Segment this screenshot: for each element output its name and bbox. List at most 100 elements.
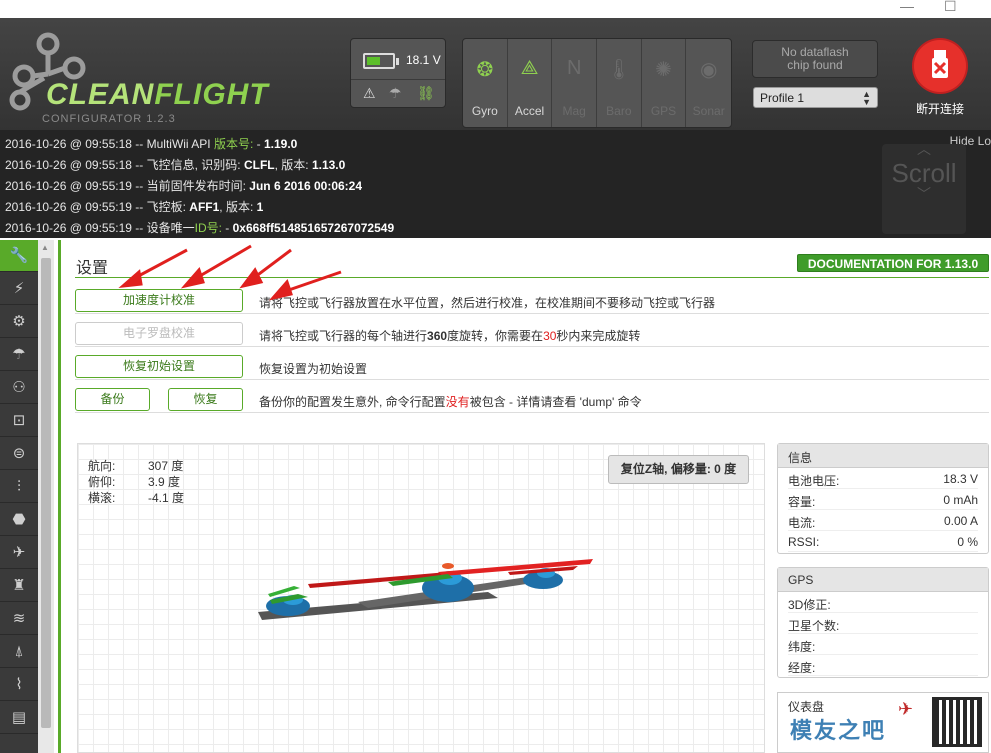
plug-icon: ⚡ [13, 280, 25, 297]
warning-icon: ⚠ [363, 85, 376, 101]
info-row-value: 0 % [957, 535, 978, 549]
wrench-icon: 🔧 [9, 247, 29, 264]
gps-row: 经度: [788, 655, 978, 676]
page-title: 设置 [76, 260, 109, 277]
nav-modes[interactable]: ⊜ [0, 438, 38, 470]
battery-panel: 18.1 V ⚠ ☂ ⛓ [350, 38, 446, 108]
nav-failsafe[interactable]: ☂ [0, 339, 38, 371]
nav-servos[interactable]: ⬣ [0, 504, 38, 536]
link-icon: ⛓ [417, 85, 435, 101]
adjustments-icon: ⫶ [17, 478, 21, 495]
chevron-up-icon: ︿ [917, 141, 931, 157]
info-row-value: 18.3 V [943, 472, 978, 486]
gps-panel: GPS 3D修正: 卫星个数: 纬度: 经度: [777, 567, 989, 678]
log-line: 2016-10-26 @ 09:55:18 -- 飞控信息, 识别码: CLFL… [5, 158, 346, 172]
failsafe-icon: ☂ [389, 85, 402, 101]
reset-settings-button[interactable]: 恢复初始设置 [75, 355, 243, 378]
pid-icon: ⚇ [12, 379, 26, 396]
backup-button[interactable]: 备份 [75, 388, 150, 411]
backup-description: 备份你的配置发生意外, 命令行配置没有被包含 - 详情请查看 'dump' 命令 [259, 395, 642, 409]
info-row-label: 容量: [788, 495, 816, 509]
gps-row: 3D修正: [788, 592, 978, 613]
gear-icon: ⚙ [12, 313, 26, 330]
model-view: 航向: 307 度 俯仰: 3.9 度 横滚: -4.1 度 复位Z轴, 偏移量: 0… [77, 443, 765, 753]
calibrate-accel-button[interactable]: 加速度计校准 [75, 289, 243, 312]
info-row: 容量: 0 mAh [788, 489, 978, 510]
sensor-label: Baro [606, 104, 632, 118]
nav-receiver[interactable]: ⊡ [0, 405, 38, 437]
info-row-label: 电流: [788, 516, 816, 530]
reset-settings-row: 恢复初始设置 恢复设置为初始设置 [75, 352, 989, 380]
nav-gps[interactable]: ✈ [0, 537, 38, 569]
nav-configuration[interactable]: ⚙ [0, 306, 38, 338]
log-scroll-toggle[interactable]: ︿ Scroll ﹀ [882, 141, 966, 234]
satellite-icon: ✈ [12, 544, 26, 561]
log-line: 2016-10-26 @ 09:55:19 -- 设备唯一ID号: - 0x66… [5, 221, 395, 235]
logo-wordmark: CLEANFLIGHT [46, 78, 269, 111]
scrollbar-thumb[interactable] [41, 258, 51, 728]
info-row: 电流: 0.00 A [788, 510, 978, 531]
backup-restore-row: 备份 恢复 备份你的配置发生意外, 命令行配置没有被包含 - 详情请查看 'du… [75, 385, 989, 413]
calibrate-mag-description: 请将飞控或飞行器的每个轴进行360度旋转，你需要在30秒内来完成旋转 [259, 329, 641, 343]
battery-voltage: 18.1 V [406, 53, 441, 67]
info-row-value: 0.00 A [943, 514, 978, 528]
sensor-gps: ✺ GPS [642, 39, 687, 127]
heading-value: 307 度 [148, 459, 184, 473]
gyro-icon: ❂ [476, 59, 494, 81]
calibrate-accel-row: 加速度计校准 请将飞控或飞行器放置在水平位置，然后进行校准，在校准期间不要移动飞… [75, 286, 989, 314]
reset-z-axis-button[interactable]: 复位Z轴, 偏移量: 0 度 [608, 455, 749, 484]
sensor-accel: ⟁ Accel [508, 39, 553, 127]
info-row: 电池电压: 18.3 V [788, 468, 978, 489]
dataflash-status: No dataflash chip found [752, 40, 878, 78]
nav-ports[interactable]: ⚡ [0, 273, 38, 305]
gps-row-label: 3D修正: [788, 598, 831, 612]
gps-row-label: 经度: [788, 661, 816, 675]
sensor-label: GPS [650, 104, 677, 118]
gps-panel-title: GPS [778, 568, 988, 592]
receiver-icon: ⊡ [12, 412, 26, 429]
app-header: CLEANFLIGHT CONFIGURATOR 1.2.3 18.1 V ⚠ … [0, 18, 991, 130]
roll-label: 横滚: [88, 491, 116, 505]
mag-icon: N [566, 57, 582, 79]
maximize-button[interactable]: ☐ [944, 0, 957, 15]
nav-adjustments[interactable]: ⫶ [0, 471, 38, 503]
pitch-value: 3.9 度 [148, 475, 181, 489]
servo-icon: ⬣ [12, 511, 26, 528]
info-row-value: 0 mAh [943, 493, 978, 507]
sensor-label: Accel [514, 104, 545, 118]
info-panel: 信息 电池电压: 18.3 V 容量: 0 mAh 电流: 0.00 A RSSI: 0 % [777, 443, 989, 554]
nav-led[interactable]: ≋ [0, 603, 38, 635]
heading-label: 航向: [88, 459, 116, 473]
disconnect-button[interactable]: 断开连接 [905, 40, 975, 130]
accel-icon: ⟁ [520, 57, 539, 79]
calibrate-accel-description: 请将飞控或飞行器放置在水平位置，然后进行校准，在校准期间不要移动飞控或飞行器 [259, 296, 716, 310]
documentation-button[interactable]: DOCUMENTATION FOR 1.13.0 [797, 254, 989, 272]
app-version: CONFIGURATOR 1.2.3 [42, 113, 176, 125]
chevron-down-icon: ﹀ [917, 186, 931, 202]
sensor-label: Gyro [471, 104, 498, 118]
nav-pid[interactable]: ⚇ [0, 372, 38, 404]
scroll-up-icon[interactable]: ▲ [41, 243, 49, 252]
calibrate-mag-button[interactable]: 电子罗盘校准 [75, 322, 243, 345]
parachute-icon: ☂ [12, 346, 26, 363]
nav-sensors[interactable]: ⍋ [0, 636, 38, 668]
sonar-icon: ◉ [699, 59, 718, 81]
sidebar-scrollbar[interactable]: ▲ [38, 240, 54, 753]
setup-tab-content: 设置 DOCUMENTATION FOR 1.13.0 加速度计校准 请将飞控或… [58, 240, 991, 753]
airplane-icon: ✈ [898, 699, 914, 719]
select-arrows-icon: ▲ ▼ [862, 89, 871, 107]
nav-tuning[interactable]: ⌇ [0, 669, 38, 701]
restore-button[interactable]: 恢复 [168, 388, 243, 411]
info-row-label: 电池电压: [788, 474, 840, 488]
gps-row-label: 卫星个数: [788, 619, 840, 633]
minimize-button[interactable]: — [900, 0, 914, 14]
calibrate-mag-row: 电子罗盘校准 请将飞控或飞行器的每个轴进行360度旋转，你需要在30秒内来完成旋… [75, 319, 989, 347]
nav-motors[interactable]: ♜ [0, 570, 38, 602]
battery-icon [363, 53, 395, 69]
nav-setup[interactable]: 🔧 [0, 240, 38, 272]
profile-select[interactable]: Profile 1 ▲ ▼ [753, 87, 878, 108]
usb-icon [914, 40, 966, 92]
sensor-status-panel: ❂ Gyro ⟁ Accel N Mag 🌡 Baro ✺ GPS ◉ Sonar [462, 38, 732, 128]
nav-logging[interactable]: ▤ [0, 702, 38, 734]
motor-icon: ♜ [12, 577, 26, 594]
